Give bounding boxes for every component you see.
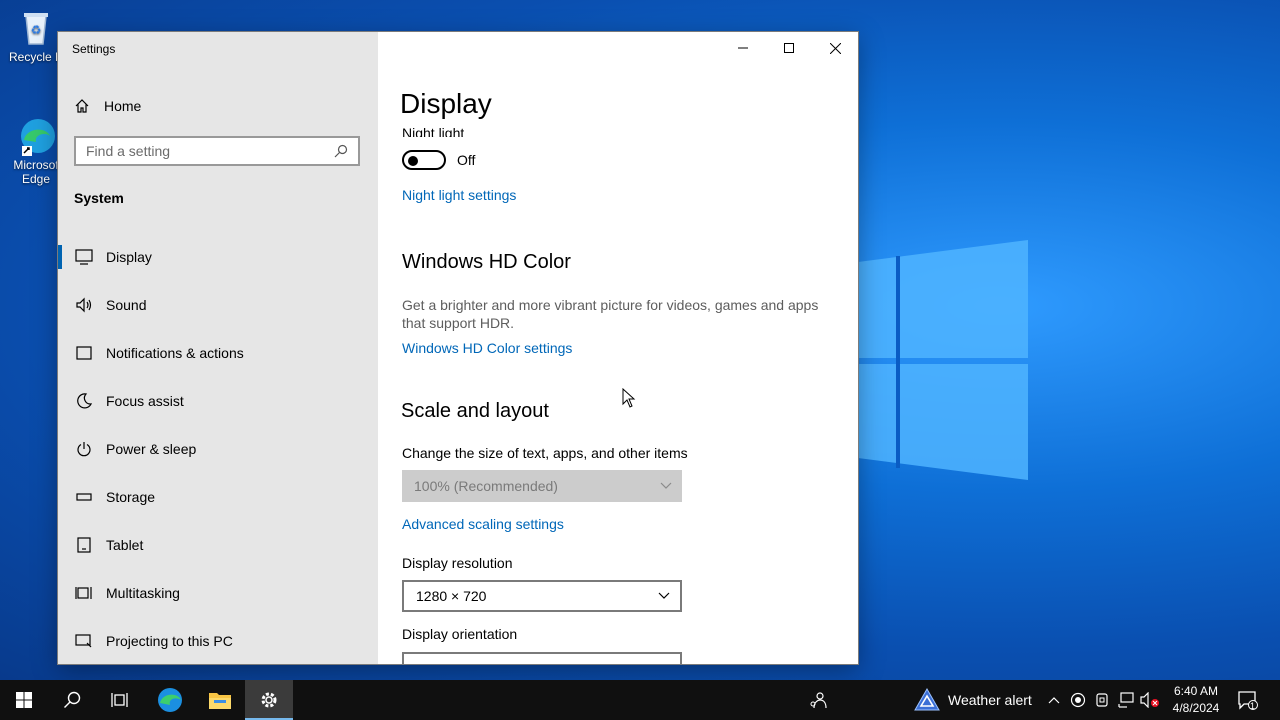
sidebar-item-sound[interactable]: Sound (58, 285, 378, 325)
resolution-value: 1280 × 720 (416, 588, 487, 604)
sidebar-item-label: Projecting to this PC (106, 633, 233, 649)
desktop-icon-edge[interactable]: Microsof Edge (6, 116, 66, 186)
tablet-icon (74, 535, 94, 555)
folder-icon (209, 693, 231, 709)
task-view-icon (111, 693, 128, 707)
start-button[interactable] (0, 680, 48, 720)
scale-layout-heading: Scale and layout (401, 400, 549, 422)
sidebar-item-label: Power & sleep (106, 441, 197, 457)
sidebar-item-label: Storage (106, 489, 156, 505)
speaker-icon (74, 295, 94, 315)
weather-alert-icon (914, 688, 940, 711)
window-title: Settings (72, 42, 116, 56)
hd-color-heading: Windows HD Color (402, 251, 571, 273)
sidebar-item-display[interactable]: Display (58, 237, 378, 277)
desktop-icon-label-2: Edge (21, 172, 51, 186)
power-icon (74, 439, 94, 459)
sidebar-item-notifications[interactable]: Notifications & actions (58, 333, 378, 373)
weather-widget[interactable]: Weather alert (914, 680, 1032, 720)
storage-icon (74, 487, 94, 507)
desktop-icon-recycle-bin[interactable]: ♻ Recycle B (6, 8, 66, 64)
taskbar-search-button[interactable] (48, 680, 96, 720)
taskbar: Weather alert 6:40 AM 4/8/2024 1 (0, 680, 1280, 720)
section-label-system: System (74, 190, 124, 206)
sidebar-item-projecting[interactable]: Projecting to this PC (58, 621, 378, 661)
sidebar: Settings Home Find a setting System Disp… (58, 32, 378, 664)
projector-icon (74, 631, 94, 651)
edge-icon (16, 116, 56, 156)
taskbar-settings-button[interactable] (245, 680, 293, 720)
windows-start-icon (16, 692, 32, 708)
hd-color-description: Get a brighter and more vibrant picture … (402, 297, 819, 331)
device-icon[interactable] (1092, 690, 1112, 710)
sidebar-item-tablet[interactable]: Tablet (58, 525, 378, 565)
taskbar-file-explorer-button[interactable] (196, 680, 244, 720)
sidebar-item-focus-assist[interactable]: Focus assist (58, 381, 378, 421)
night-light-toggle[interactable] (402, 150, 446, 170)
mouse-cursor (622, 388, 636, 408)
sidebar-item-power-sleep[interactable]: Power & sleep (58, 429, 378, 469)
multitasking-icon (74, 583, 94, 603)
chevron-up-icon[interactable] (1044, 690, 1064, 710)
home-nav[interactable]: Home (74, 94, 141, 118)
sidebar-item-label: Sound (106, 297, 147, 313)
sidebar-item-label: Tablet (106, 537, 144, 553)
page-title: Display (400, 88, 492, 119)
night-light-settings-link[interactable]: Night light settings (402, 187, 516, 203)
search-icon (64, 691, 81, 708)
home-icon (75, 99, 89, 113)
home-label: Home (104, 98, 142, 114)
sidebar-item-label: Display (106, 249, 152, 265)
task-view-button[interactable] (96, 680, 144, 720)
resolution-dropdown[interactable]: 1280 × 720 (402, 580, 682, 612)
windows-logo-wallpaper (858, 240, 1028, 480)
sidebar-item-label: Notifications & actions (106, 345, 244, 361)
clock-date: 4/8/2024 (1172, 701, 1220, 715)
search-placeholder: Find a setting (86, 143, 171, 159)
notification-icon (74, 343, 94, 363)
chevron-down-icon (660, 482, 672, 489)
chevron-down-icon (658, 592, 670, 599)
orientation-dropdown[interactable] (402, 652, 682, 664)
content-pane: Display Night light Off Night light sett… (378, 32, 858, 664)
record-icon[interactable] (1068, 690, 1088, 710)
clock-time: 6:40 AM (1173, 684, 1219, 698)
people-icon[interactable] (808, 690, 828, 710)
scale-value: 100% (Recommended) (414, 478, 558, 494)
recycle-bin-icon: ♻ (16, 8, 56, 48)
network-icon[interactable] (1116, 690, 1136, 710)
sidebar-item-label: Multitasking (106, 585, 180, 601)
svg-text:♻: ♻ (31, 23, 42, 37)
desktop-icon-label-1: Microsof (13, 158, 59, 172)
orientation-label: Display orientation (402, 626, 518, 642)
toggle-knob (408, 156, 418, 166)
sidebar-item-multitasking[interactable]: Multitasking (58, 573, 378, 613)
clock[interactable]: 6:40 AM 4/8/2024 (1168, 683, 1224, 717)
taskbar-edge-button[interactable] (146, 680, 194, 720)
sidebar-item-label: Focus assist (106, 393, 184, 409)
weather-label: Weather alert (948, 692, 1032, 708)
size-label: Change the size of text, apps, and other… (402, 445, 688, 461)
night-light-label: Night light (402, 125, 465, 137)
search-input[interactable]: Find a setting (74, 136, 360, 166)
settings-window: Settings Home Find a setting System Disp… (58, 32, 858, 664)
edge-icon (158, 688, 182, 712)
notification-count: 1 (1250, 701, 1256, 711)
monitor-icon (74, 247, 94, 267)
advanced-scaling-link[interactable]: Advanced scaling settings (402, 516, 564, 532)
moon-icon (74, 391, 94, 411)
hd-color-settings-link[interactable]: Windows HD Color settings (402, 340, 572, 356)
gear-icon (261, 692, 277, 708)
sidebar-item-storage[interactable]: Storage (58, 477, 378, 517)
volume-muted-icon[interactable] (1140, 690, 1160, 710)
search-icon (334, 144, 348, 158)
night-light-state: Off (457, 152, 476, 168)
scale-dropdown: 100% (Recommended) (402, 470, 682, 502)
resolution-label: Display resolution (402, 555, 513, 571)
desktop-icon-label: Recycle B (8, 50, 64, 64)
